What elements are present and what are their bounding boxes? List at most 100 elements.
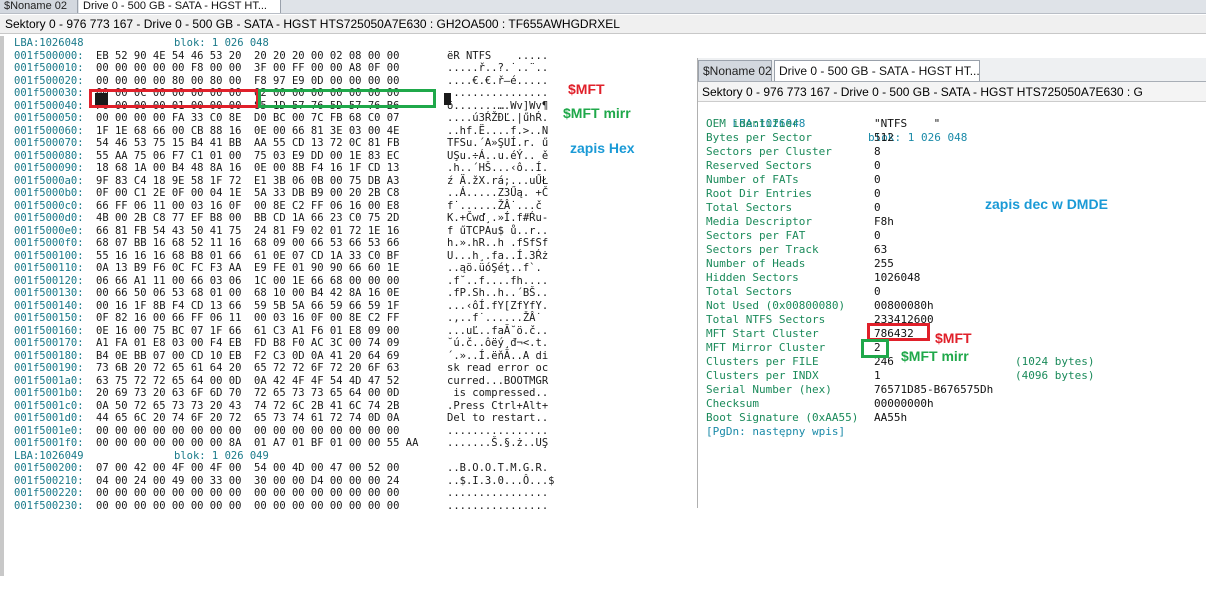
hex-row-bytes[interactable]: 1F 1E 68 66 00 CB 88 16 0E 00 66 81 3E 0… [96,125,399,137]
boot-field-row[interactable]: Serial Number (hex) 76571D85-B676575Dh [706,383,1206,397]
hex-row-bytes[interactable]: 66 FF 06 11 00 03 16 0F 00 8E C2 FF 06 1… [96,200,399,212]
boot-field-value[interactable]: AA55h [874,411,907,425]
hex-row-ascii[interactable]: .‚..f˙......ŽÂ˙ [447,312,542,324]
hex-row-ascii[interactable]: curred...BOOTMGR [447,375,548,387]
hex-row[interactable]: 001f5001b0: 20 69 73 20 63 6F 6D 70 72 65… [14,387,548,399]
hex-row-ascii[interactable]: Del to restart.. [447,412,548,424]
hex-row-bytes[interactable]: 07 00 42 00 4F 00 4F 00 54 00 4D 00 47 0… [96,462,399,474]
boot-field-value[interactable]: 8 [874,145,881,159]
boot-field-value[interactable]: 255 [874,257,894,271]
hex-row[interactable]: 001f5000d0: 4B 00 2B C8 77 EF B8 00 BB CD… [14,212,548,224]
hex-row-ascii[interactable]: ....€.€.ř—é..... [447,75,548,87]
hex-row-ascii[interactable]: ëR NTFS ..... [447,50,548,62]
hex-row-ascii[interactable]: ź Ä.žX.rá;...uŰŁ [447,175,548,187]
hex-row-bytes[interactable]: 55 16 16 16 68 B8 01 66 61 0E 07 CD 1A 3… [96,250,399,262]
hex-row-ascii[interactable]: .f˘..f....fh.... [447,275,548,287]
hex-row-ascii[interactable]: ...uĽ..faĂ˘ö.č.. [447,325,548,337]
boot-field-value[interactable]: F8h [874,215,894,229]
hex-row[interactable]: 001f500070: 54 46 53 75 15 B4 41 BB AA 55… [14,137,548,149]
hex-row-bytes[interactable]: 00 00 00 00 00 F8 00 00 3F 00 FF 00 00 A… [96,62,399,74]
boot-field-value[interactable]: 0 [874,187,881,201]
hex-row-bytes[interactable]: 0A 13 B9 F6 0C FC F3 AA E9 FE 01 90 90 6… [96,262,399,274]
hex-row-ascii[interactable]: ................ [447,87,548,99]
hex-row-bytes[interactable]: 9F 83 C4 18 9E 58 1F 72 E1 3B 06 0B 00 7… [96,175,399,187]
hex-row-ascii[interactable]: ..ąö.üóŞéţ..f`. [447,262,542,274]
hex-row-bytes[interactable]: 0E 16 00 75 BC 07 1F 66 61 C3 A1 F6 01 E… [96,325,399,337]
hex-row-bytes[interactable]: 00 16 1F 8B F4 CD 13 66 59 5B 5A 66 59 6… [96,300,399,312]
hex-row-bytes[interactable]: 20 69 73 20 63 6F 6D 70 72 65 73 73 65 6… [96,387,399,399]
hex-row-bytes[interactable]: EB 52 90 4E 54 46 53 20 20 20 20 00 02 0… [96,50,399,62]
boot-field-value[interactable]: 63 [874,243,887,257]
hex-row[interactable]: 001f5001e0: 00 00 00 00 00 00 00 00 00 00… [14,425,548,437]
hex-row[interactable]: 001f500230: 00 00 00 00 00 00 00 00 00 00… [14,500,548,512]
tab-noname[interactable]: $Noname 02 [0,0,78,13]
hex-row[interactable]: 001f500170: A1 FA 01 E8 03 00 F4 EB FD B8… [14,337,548,349]
boot-field-row[interactable]: Boot Signature (0xAA55) AA55h [706,411,1206,425]
hex-row-ascii[interactable]: ˘ú.č..ôëý¸đ¬<.t. [447,337,548,349]
hex-row[interactable]: 001f500130: 00 66 50 06 53 68 01 00 68 10… [14,287,548,299]
hex-row[interactable]: 001f500040: F6 00 00 00 01 00 00 00 85 1D… [14,100,548,112]
hex-row[interactable]: 001f500050: 00 00 00 00 FA 33 C0 8E D0 BC… [14,112,548,124]
panel-tab-drive0[interactable]: Drive 0 - 500 GB - SATA - HGST HT... [774,60,980,81]
boot-field-row[interactable]: Checksum 00000000h [706,397,1206,411]
hex-row-bytes[interactable]: A1 FA 01 E8 03 00 F4 EB FD B8 F0 AC 3C 0… [96,337,399,349]
hex-row[interactable]: 001f500220: 00 00 00 00 00 00 00 00 00 00… [14,487,548,499]
hex-row-bytes[interactable]: 04 00 24 00 49 00 33 00 30 00 00 D4 00 0… [96,475,399,487]
boot-field-row[interactable]: Hidden Sectors 1026048 [706,271,1206,285]
boot-field-row[interactable]: Bytes per Sector 512 [706,131,1206,145]
boot-field-value[interactable]: 1026048 [874,271,920,285]
hex-row[interactable]: 001f500100: 55 16 16 16 68 B8 01 66 61 0E… [14,250,548,262]
hex-row-ascii[interactable]: ................ [447,500,548,512]
hex-row[interactable]: 001f500200: 07 00 42 00 4F 00 4F 00 54 00… [14,462,548,474]
boot-field-value[interactable]: 1 [874,369,881,383]
boot-field-row[interactable]: Total Sectors 0 [706,201,1206,215]
hex-row-bytes[interactable]: 18 68 1A 00 B4 48 8A 16 0E 00 8B F4 16 1… [96,162,399,174]
boot-field-row[interactable]: Root Dir Entries 0 [706,187,1206,201]
tab-drive0[interactable]: Drive 0 - 500 GB - SATA - HGST HT... [79,0,281,13]
hex-row[interactable]: 001f5000c0: 66 FF 06 11 00 03 16 0F 00 8E… [14,200,542,212]
boot-field-row[interactable]: Number of FATs 0 [706,173,1206,187]
hex-row-bytes[interactable]: 00 66 50 06 53 68 01 00 68 10 00 B4 42 8… [96,287,399,299]
hex-row-ascii[interactable]: ´.»..Í.ëňĂ..A di [447,350,548,362]
hex-row-bytes[interactable]: 44 65 6C 20 74 6F 20 72 65 73 74 61 72 7… [96,412,399,424]
boot-field-value[interactable]: "NTFS " [874,117,940,131]
boot-field-row[interactable]: Media Descriptor F8h [706,215,1206,229]
hex-row-ascii[interactable]: UŞu.÷Á..u.éÝ.. ě [447,150,548,162]
hex-row-bytes[interactable]: 73 6B 20 72 65 61 64 20 65 72 72 6F 72 2… [96,362,399,374]
hex-row-ascii[interactable]: .h..´HŠ...‹ô..Í. [447,162,548,174]
panel-tab-noname[interactable]: $Noname 02 [698,60,772,81]
boot-field-row[interactable]: OEM identifier "NTFS " [706,117,1206,131]
hex-row-bytes[interactable]: 55 AA 75 06 F7 C1 01 00 75 03 E9 DD 00 1… [96,150,399,162]
boot-field-value[interactable]: 76571D85-B676575Dh [874,383,993,397]
hex-row-bytes[interactable]: 66 81 FB 54 43 50 41 75 24 81 F9 02 01 7… [96,225,399,237]
boot-field-value[interactable]: 0 [874,229,881,243]
hex-row-ascii[interactable]: .Press Ctrl+Alt+ [447,400,548,412]
hex-row-ascii[interactable]: ................ [447,425,548,437]
boot-field-row[interactable]: Sectors per Cluster 8 [706,145,1206,159]
hex-row[interactable]: 001f5001d0: 44 65 6C 20 74 6F 20 72 65 73… [14,412,548,424]
hex-row[interactable]: 001f500090: 18 68 1A 00 B4 48 8A 16 0E 00… [14,162,548,174]
hex-row[interactable]: 001f500060: 1F 1E 68 66 00 CB 88 16 0E 00… [14,125,548,137]
hex-row-ascii[interactable]: is compressed.. [447,387,548,399]
boot-field-value[interactable]: 00800080h [874,299,934,313]
hex-row[interactable]: 001f500030: 00 00 0C 00 00 00 00 00 02 00… [14,87,548,99]
hex-row-ascii[interactable]: ....ú3ŔŽĐĽ.|űhŔ. [447,112,548,124]
hex-row-bytes[interactable]: 54 46 53 75 15 B4 41 BB AA 55 CD 13 72 0… [96,137,399,149]
boot-field-row[interactable]: Total Sectors 0 [706,285,1206,299]
boot-field-row[interactable]: Number of Heads 255 [706,257,1206,271]
hex-row-ascii[interactable]: ................ [447,487,548,499]
panel-footer[interactable]: [PgDn: następny wpis] [706,425,845,439]
hex-row-ascii[interactable]: ..B.O.O.T.M.G.R. [447,462,548,474]
hex-row[interactable]: 001f500000: EB 52 90 4E 54 46 53 20 20 20… [14,50,548,62]
hex-row-bytes[interactable]: B4 0E BB 07 00 CD 10 EB F2 C3 0D 0A 41 2… [96,350,399,362]
hex-row[interactable]: 001f500020: 00 00 00 00 80 00 80 00 F8 97… [14,75,548,87]
hex-row[interactable]: 001f5001f0: 00 00 00 00 00 00 00 8A 01 A7… [14,437,548,449]
boot-field-value[interactable]: 0 [874,173,881,187]
hex-row-ascii[interactable]: sk read error oc [447,362,548,374]
hex-row[interactable]: 001f5000e0: 66 81 FB 54 43 50 41 75 24 81… [14,225,548,237]
boot-field-value[interactable]: 00000000h [874,397,934,411]
boot-field-row[interactable]: Sectors per FAT 0 [706,229,1206,243]
hex-row[interactable]: 001f500140: 00 16 1F 8B F4 CD 13 66 59 5B… [14,300,548,312]
hex-row-ascii[interactable]: U...h¸.fa..Í.3Ŕż [447,250,548,262]
hex-row[interactable]: 001f500010: 00 00 00 00 00 F8 00 00 3F 00… [14,62,548,74]
